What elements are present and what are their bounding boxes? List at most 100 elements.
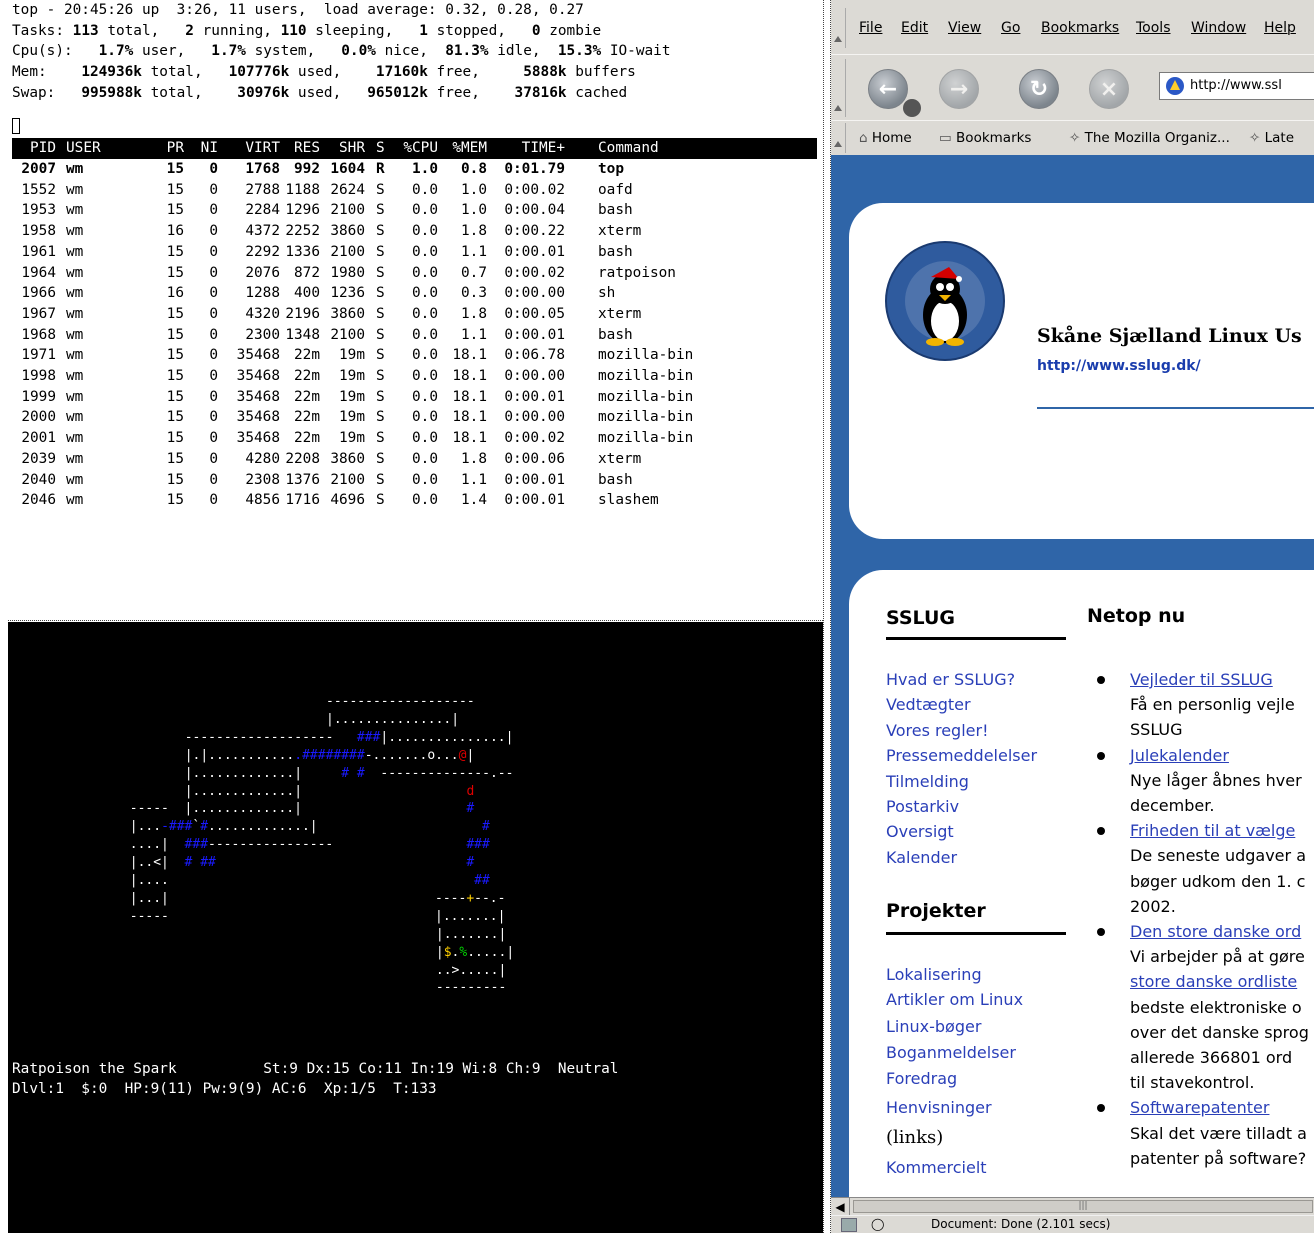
column-header-mem[interactable]: %MEM (443, 138, 487, 159)
news-item-link[interactable]: Vejleder til SSLUG (1130, 670, 1273, 689)
process-cell: 1961 (21, 243, 56, 260)
forward-button[interactable]: → (939, 69, 979, 109)
column-header-pr[interactable]: PR (156, 138, 184, 159)
url-input[interactable]: http://www.ssl (1159, 72, 1314, 100)
process-cell: S (376, 285, 385, 302)
project-link[interactable]: Kommercielt (886, 1158, 987, 1177)
menu-help[interactable]: Help (1264, 20, 1296, 36)
process-cell: R (376, 161, 385, 177)
sidebar-link[interactable]: Pressemeddelelser (886, 746, 1037, 765)
process-cell: 1552 (21, 181, 56, 198)
column-header-time[interactable]: TIME+ (488, 138, 565, 159)
project-link[interactable]: Henvisninger (886, 1098, 992, 1117)
sidebar-link[interactable]: Tilmelding (886, 772, 969, 791)
news-item-text: allerede 366801 ord (1130, 1048, 1293, 1067)
project-link[interactable]: Linux-bøger (886, 1017, 981, 1036)
menu-bookmarks[interactable]: Bookmarks (1041, 20, 1119, 36)
sidebar-link[interactable]: Kalender (886, 848, 957, 867)
menu-window[interactable]: Window (1191, 20, 1246, 36)
process-cell: 0:01.79 (504, 161, 565, 177)
news-bullet-icon (1097, 1104, 1105, 1113)
sidebar-link[interactable]: Hvad er SSLUG? (886, 670, 1015, 689)
process-cell: 1336 (285, 243, 320, 260)
site-url-link[interactable]: http://www.sslug.dk/ (1037, 358, 1201, 374)
column-header-user[interactable]: USER (66, 138, 126, 159)
stop-button[interactable]: × (1089, 69, 1129, 109)
column-header-virt[interactable]: VIRT (230, 138, 280, 159)
bookmark-4[interactable]: ✧ Late (1249, 130, 1294, 146)
process-cell: 0:00.02 (504, 181, 565, 198)
back-dropdown-icon[interactable] (903, 99, 921, 117)
column-header-cpu[interactable]: %CPU (396, 138, 438, 159)
scroll-left-arrow-icon[interactable]: ◀ (831, 1198, 850, 1216)
menu-file[interactable]: File (859, 20, 882, 36)
map-glyphs: # ## (184, 855, 216, 871)
column-header-s[interactable]: S (376, 138, 390, 159)
project-link[interactable]: (links) (886, 1127, 943, 1148)
navbar-grip[interactable] (831, 59, 846, 117)
news-item-link[interactable]: Julekalender (1130, 746, 1229, 765)
column-header-ni[interactable]: NI (196, 138, 218, 159)
sidebar-link[interactable]: Oversigt (886, 822, 954, 841)
process-cell: 0:00.04 (504, 202, 565, 219)
column-header-pid[interactable]: PID (16, 138, 56, 159)
news-bullet-icon (1097, 676, 1105, 684)
process-cell: 0.0 (412, 409, 438, 426)
page-content[interactable]: Skåne Sjælland Linux Us http://www.sslug… (831, 155, 1314, 1197)
process-cell: 0:00.01 (504, 492, 565, 509)
project-link[interactable]: Artikler om Linux (886, 990, 1023, 1009)
component-bar-icon[interactable] (841, 1218, 857, 1232)
menu-go[interactable]: Go (1001, 20, 1020, 36)
top-terminal[interactable]: top - 20:45:26 up 3:26, 11 users, load a… (8, 0, 823, 620)
process-cell: 1604 (330, 161, 365, 177)
top-summary-segment: nice, (375, 43, 446, 60)
projects-heading: Projekter (886, 900, 986, 922)
process-cell: 1.1 (461, 471, 487, 488)
process-cell: wm (66, 264, 84, 281)
menu-tools[interactable]: Tools (1136, 20, 1171, 36)
process-cell: wm (66, 285, 84, 302)
menu-edit[interactable]: Edit (901, 20, 928, 36)
bookmark-1[interactable]: ⌂ Home (859, 130, 912, 146)
frame-divider-vertical[interactable] (823, 0, 831, 1233)
map-glyphs: ### (356, 729, 381, 745)
project-link[interactable]: Lokalisering (886, 965, 982, 984)
column-header-command[interactable]: Command (598, 138, 758, 159)
sidebar-link[interactable]: Vedtægter (886, 695, 971, 714)
bookmark-3[interactable]: ✧ The Mozilla Organiz... (1069, 130, 1230, 146)
process-cell: wm (66, 223, 84, 240)
sidebar-link[interactable]: Vores regler! (886, 721, 989, 740)
map-glyphs (169, 909, 435, 924)
map-glyphs: ....| (129, 837, 169, 853)
process-cell: 2196 (285, 305, 320, 322)
back-button[interactable]: ← (868, 69, 908, 109)
news-item-link[interactable]: Softwarepatenter (1130, 1098, 1269, 1117)
bookbar-grip[interactable] (831, 123, 846, 153)
bookmark-2[interactable]: ▭ Bookmarks (939, 130, 1031, 146)
game-status-line: Dlvl:1 $:0 HP:9(11) Pw:9(9) AC:6 Xp:1/5 … (12, 1081, 437, 1097)
news-item-link[interactable]: Friheden til at vælge (1130, 821, 1295, 840)
reload-button[interactable]: ↻ (1019, 69, 1059, 109)
project-link[interactable]: Boganmeldelser (886, 1043, 1016, 1062)
project-link[interactable]: Foredrag (886, 1069, 957, 1088)
map-glyphs: ### (184, 837, 209, 853)
scroll-thumb[interactable]: ||| (853, 1200, 1313, 1213)
process-cell: 0 (209, 388, 218, 405)
process-cell: 0.0 (412, 181, 438, 198)
menubar-grip[interactable] (831, 8, 846, 48)
process-cell: 0 (209, 285, 218, 302)
security-lock-icon[interactable]: ◯ (871, 1217, 884, 1231)
process-cell: 2000 (21, 409, 56, 426)
map-glyphs: # (466, 801, 475, 817)
menu-view[interactable]: View (948, 20, 981, 36)
news-item-link[interactable]: Den store danske ord (1130, 922, 1301, 941)
sidebar-link[interactable]: Postarkiv (886, 797, 959, 816)
map-glyphs (169, 891, 435, 906)
news-bullet-icon (1097, 751, 1105, 760)
horizontal-scrollbar[interactable]: ◀ ||| (831, 1197, 1314, 1216)
column-header-shr[interactable]: SHR (323, 138, 365, 159)
column-header-res[interactable]: RES (284, 138, 320, 159)
process-row: 1953 wm 15 0 2284 1296 2100 S 0.0 1.0 0:00.04 bash (12, 200, 817, 221)
process-cell: xterm (598, 223, 642, 240)
game-terminal[interactable]: ------------------- |...............| ----… (8, 622, 823, 1233)
